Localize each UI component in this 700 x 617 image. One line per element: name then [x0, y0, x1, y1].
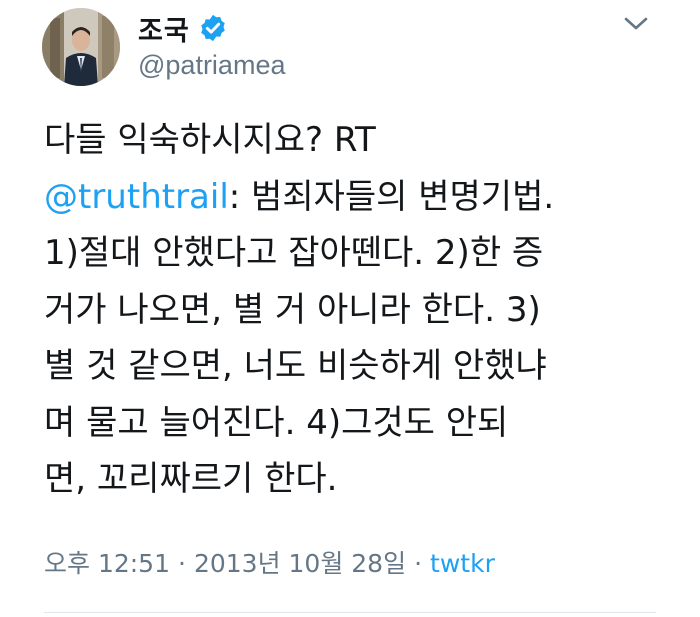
meta-separator: ·: [414, 549, 423, 578]
display-name[interactable]: 조국: [138, 9, 190, 48]
tweet-card: 조국 @patriamea 다들 익숙하시지요? RT @truthtrail:…: [0, 0, 700, 617]
chevron-down-icon[interactable]: [620, 12, 652, 36]
tweet-line: 며 물고 늘어진다. 4)그것도 안되: [44, 402, 509, 443]
verified-badge-icon: [198, 13, 228, 43]
tweet-line: 거가 나오면, 별 거 아니라 한다. 3): [44, 289, 541, 330]
mention-link[interactable]: @truthtrail: [44, 177, 229, 217]
user-handle[interactable]: @patriamea: [138, 50, 285, 81]
tweet-line-text: : 범죄자들의 변명기법.: [228, 176, 555, 217]
meta-separator: ·: [178, 549, 186, 578]
avatar[interactable]: [42, 8, 120, 86]
tweet-line: 면, 꼬리짜르기 한다.: [44, 459, 338, 499]
tweet-line: 다들 익숙하시지요? RT: [44, 120, 376, 160]
tweet-line: @truthtrail: 범죄자들의 변명기법.: [44, 169, 674, 226]
tweet-line: 별 것 같으면, 너도 비슷하게 안했냐: [44, 346, 547, 386]
tweet-line: 1)절대 안했다고 잡아뗀다. 2)한 증: [44, 233, 544, 273]
tweet-text: 다들 익숙하시지요? RT @truthtrail: 범죄자들의 변명기법. 1…: [44, 112, 674, 508]
divider: [44, 612, 656, 613]
avatar-photo: [42, 8, 120, 86]
tweet-meta: 오후 12:51 · 2013년 10월 28일 · twtkr: [44, 544, 495, 580]
tweet-date[interactable]: 2013년 10월 28일: [194, 549, 406, 578]
tweet-time[interactable]: 오후 12:51: [44, 549, 170, 578]
name-row: 조국: [138, 8, 228, 48]
tweet-source-link[interactable]: twtkr: [430, 549, 495, 578]
